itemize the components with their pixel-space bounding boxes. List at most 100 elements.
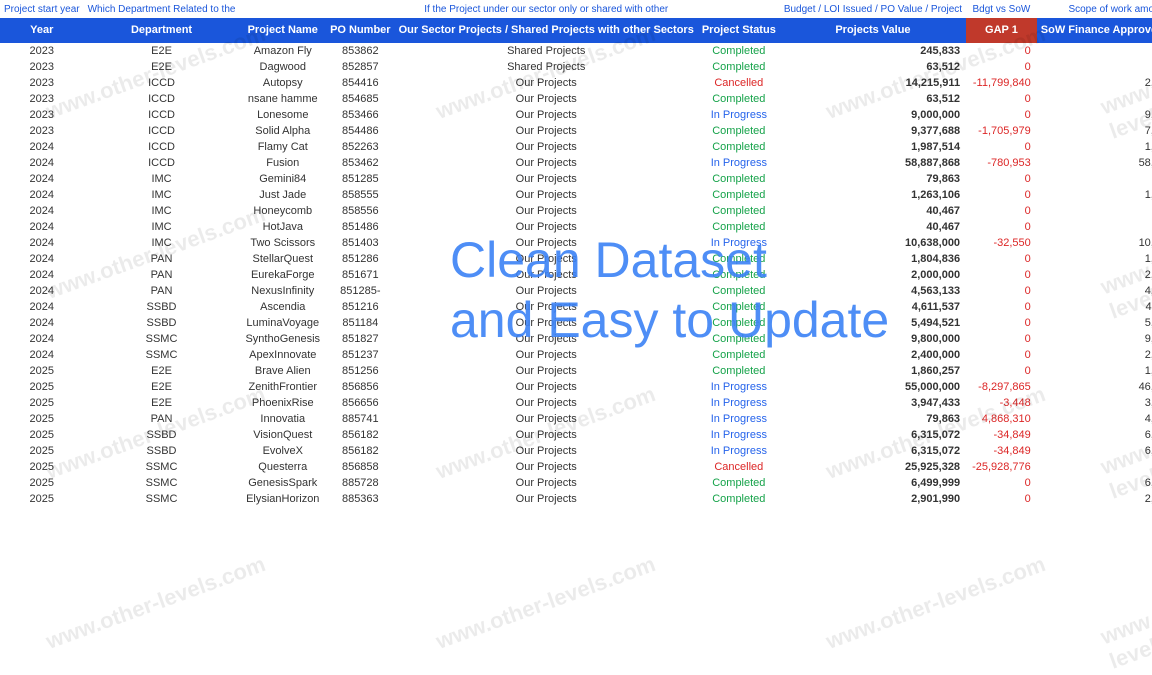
cell: 2023 <box>0 123 84 139</box>
cell: 2024 <box>0 283 84 299</box>
cell: Our Projects <box>395 267 698 283</box>
cell: 851827 <box>326 331 395 347</box>
cell: Questerra <box>239 459 326 475</box>
cell: 2024 <box>0 267 84 283</box>
cell: PAN <box>84 267 240 283</box>
cell: 2024 <box>0 315 84 331</box>
cell: 2025 <box>0 379 84 395</box>
cell: 2,416,071 <box>1037 75 1152 91</box>
table-row: 2025SSBDEvolveX856182Our ProjectsIn Prog… <box>0 443 1152 459</box>
cell: 9,800,000 <box>1037 331 1152 347</box>
cell: Our Projects <box>395 491 698 507</box>
cell: Shared Projects <box>395 43 698 59</box>
cell: LuminaVoyage <box>239 315 326 331</box>
cell: 9,000,000 <box>780 107 966 123</box>
cell: 0 <box>966 43 1037 59</box>
cell: 0 <box>966 107 1037 123</box>
cell: 4,563,133 <box>780 283 966 299</box>
cell: 40,467 <box>780 203 966 219</box>
cell: 4,611,537 <box>780 299 966 315</box>
cell: Our Projects <box>395 395 698 411</box>
cell: Our Projects <box>395 139 698 155</box>
cell: nsane hamme <box>239 91 326 107</box>
header-cell: Department <box>84 18 240 43</box>
table-row: 2024SSMCSynthoGenesis851827Our ProjectsC… <box>0 331 1152 347</box>
super-header-cell <box>326 0 395 18</box>
cell: 885363 <box>326 491 395 507</box>
super-header-cell: Which Department Related to the <box>84 0 240 18</box>
header-cell: Project Name <box>239 18 326 43</box>
super-header-row: Project start yearWhich Department Relat… <box>0 0 1152 18</box>
cell: SynthoGenesis <box>239 331 326 347</box>
cell: SSBD <box>84 299 240 315</box>
cell: -3,448 <box>1037 459 1152 475</box>
cell: 852857 <box>326 59 395 75</box>
cell: 0 <box>966 139 1037 155</box>
cell: In Progress <box>698 427 780 443</box>
cell: 4,611,537 <box>1037 299 1152 315</box>
cell: 2024 <box>0 155 84 171</box>
cell: Our Projects <box>395 107 698 123</box>
cell: -1,705,979 <box>966 123 1037 139</box>
cell: Our Projects <box>395 219 698 235</box>
cell: 0 <box>966 267 1037 283</box>
cell: 1,804,836 <box>780 251 966 267</box>
cell: 10,638,000 <box>780 235 966 251</box>
cell: 854416 <box>326 75 395 91</box>
cell: Our Projects <box>395 363 698 379</box>
cell: 0 <box>966 331 1037 347</box>
cell: Completed <box>698 475 780 491</box>
cell: In Progress <box>698 443 780 459</box>
cell: Dagwood <box>239 59 326 75</box>
cell: Our Projects <box>395 411 698 427</box>
cell: 2023 <box>0 75 84 91</box>
table-row: 2024IMCGemini84851285Our ProjectsComplet… <box>0 171 1152 187</box>
watermark: www.other-levels.com <box>43 551 269 655</box>
cell: StellarQuest <box>239 251 326 267</box>
super-header-cell: Budget / LOI Issued / PO Value / Project <box>780 0 966 18</box>
cell: Our Projects <box>395 299 698 315</box>
super-header-cell <box>239 0 326 18</box>
watermark: www.other-levels.com <box>823 551 1049 655</box>
cell: 2023 <box>0 59 84 75</box>
super-header-cell: Scope of work amount <box>1037 0 1152 18</box>
cell: 79,863 <box>780 411 966 427</box>
cell: 6,280,223 <box>1037 427 1152 443</box>
cell: Innovatia <box>239 411 326 427</box>
cell: 0 <box>966 187 1037 203</box>
super-header-cell <box>698 0 780 18</box>
cell: 3,943,985 <box>1037 395 1152 411</box>
cell: Solid Alpha <box>239 123 326 139</box>
cell: 9,000,000 <box>1037 107 1152 123</box>
cell: ICCD <box>84 91 240 107</box>
cell: SSBD <box>84 443 240 459</box>
cell: 2025 <box>0 427 84 443</box>
table-row: 2023ICCDLonesome853466Our ProjectsIn Pro… <box>0 107 1152 123</box>
cell: Our Projects <box>395 155 698 171</box>
cell: Our Projects <box>395 427 698 443</box>
cell: Lonesome <box>239 107 326 123</box>
cell: 14,215,911 <box>780 75 966 91</box>
cell: 0 <box>966 219 1037 235</box>
cell: 1,263,106 <box>780 187 966 203</box>
cell: Our Projects <box>395 283 698 299</box>
cell: 63,512 <box>1037 91 1152 107</box>
cell: Just Jade <box>239 187 326 203</box>
cell: 1,860,257 <box>1037 363 1152 379</box>
cell: E2E <box>84 59 240 75</box>
cell: Our Projects <box>395 171 698 187</box>
cell: 2024 <box>0 299 84 315</box>
cell: 853462 <box>326 155 395 171</box>
cell: Cancelled <box>698 75 780 91</box>
cell: E2E <box>84 363 240 379</box>
cell: 46,702,135 <box>1037 379 1152 395</box>
cell: 0 <box>966 491 1037 507</box>
cell: 2,000,000 <box>780 267 966 283</box>
header-cell: Projects Value <box>780 18 966 43</box>
cell: 245,833 <box>1037 43 1152 59</box>
cell: ICCD <box>84 107 240 123</box>
cell: 851403 <box>326 235 395 251</box>
cell: Our Projects <box>395 235 698 251</box>
cell: Completed <box>698 251 780 267</box>
cell: 4,868,310 <box>966 411 1037 427</box>
